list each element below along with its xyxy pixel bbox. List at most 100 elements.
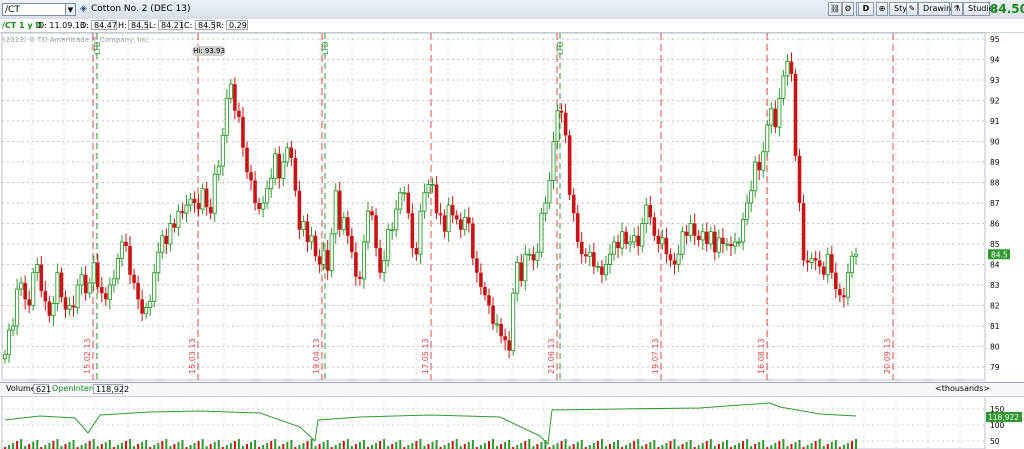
candle-body-down (27, 299, 31, 306)
candle-body-down (471, 223, 475, 259)
candle-body-down (834, 272, 838, 290)
candle-body-down (757, 162, 762, 171)
date-marker-label: 15.02.13 (83, 338, 92, 374)
candle-body-down (838, 289, 842, 296)
candle-body-up (216, 165, 221, 175)
candle-body-up (212, 173, 217, 214)
volume-bar (500, 444, 503, 449)
candle-body-down (83, 274, 88, 294)
volume-bar (177, 442, 180, 449)
candle-body-down (721, 237, 725, 244)
candle-body-up (430, 184, 435, 187)
volume-bar (552, 445, 555, 449)
volume-bar (826, 444, 829, 449)
volume-bar (64, 444, 67, 449)
volume-bar (443, 445, 446, 449)
y-tick-label: 81 (990, 322, 1000, 331)
volume-bar (758, 442, 761, 449)
candle-body-up (426, 184, 431, 194)
candle-body-up (732, 241, 738, 247)
candle-body-up (361, 241, 367, 280)
candle-body-down (358, 276, 362, 279)
volume-bar (36, 440, 39, 449)
volume-bar (282, 444, 285, 449)
volume-bar (181, 440, 184, 449)
volume-bar (782, 439, 785, 449)
volume-bar (524, 441, 527, 449)
candle-body-down (817, 260, 822, 267)
candle-body-up (91, 262, 96, 284)
volume-bar (157, 443, 160, 449)
volume-bar (391, 444, 394, 449)
candle-body-down (672, 260, 677, 265)
candle-body-up (446, 204, 451, 233)
candle-body-down (23, 282, 27, 300)
volume-bar (705, 441, 708, 449)
y-tick-label: 80 (990, 343, 1000, 352)
volume-bar (608, 444, 611, 449)
volume-tick-label: 50 (990, 437, 1000, 446)
volume-bar (479, 445, 482, 449)
volume-bar (665, 443, 668, 449)
y-tick-label: 93 (990, 76, 1000, 85)
volume-bar (302, 443, 305, 449)
volume-bar (649, 442, 652, 449)
volume-bar (540, 442, 543, 449)
candle-body-up (777, 97, 782, 128)
candle-body-down (797, 155, 802, 203)
candle-body-up (228, 83, 233, 99)
y-tick-label: 92 (990, 97, 1000, 106)
candle-body-up (708, 231, 713, 245)
candle-body-down (713, 231, 717, 253)
volume-bar (580, 440, 583, 449)
candle-body-up (849, 255, 855, 274)
candle-body-down (438, 213, 443, 216)
volume-bar (588, 445, 591, 449)
volume-bar (197, 441, 200, 449)
volume-bar (536, 444, 539, 449)
candle-body-up (640, 223, 645, 247)
candle-body-down (704, 231, 709, 244)
volume-bar (794, 442, 797, 449)
volume-bar (407, 445, 410, 449)
volume-bar (375, 443, 378, 449)
volume-bar (358, 442, 361, 449)
candle-body-down (499, 323, 503, 337)
volume-bar (48, 443, 51, 449)
volume-tick-label: 100 (990, 421, 1005, 430)
candle-body-down (192, 198, 197, 203)
candle-body-down (684, 231, 689, 236)
candle-body-up (785, 61, 790, 77)
candle-body-down (241, 116, 245, 148)
y-tick-label: 88 (990, 179, 1000, 188)
candle-body-down (374, 215, 378, 249)
candle-body-up (67, 305, 72, 311)
volume-bar (371, 445, 374, 449)
date-marker-label: 19.07.13 (651, 338, 660, 374)
open-interest-tag-label: 118,922 (988, 413, 1019, 422)
y-tick-label: 85 (990, 240, 1000, 249)
volume-bar (850, 441, 853, 449)
candle-body-up (603, 264, 608, 276)
date-marker-label: 21.06.13 (547, 338, 556, 374)
volume-bar (572, 444, 575, 449)
candle-body-down (600, 266, 604, 275)
candle-body-up (769, 108, 774, 126)
volume-bar (471, 440, 474, 449)
candle-body-up (321, 249, 326, 265)
volume-bar (810, 443, 813, 449)
candle-body-down (140, 299, 144, 314)
candle-body-down (47, 301, 52, 316)
volume-bar (153, 445, 156, 449)
candle-body-up (523, 253, 528, 282)
y-tick-label: 94 (990, 56, 1000, 65)
candle-body-up (680, 231, 685, 255)
candle-body-up (547, 179, 552, 204)
candle-body-down (789, 61, 794, 74)
volume-bar (596, 441, 599, 449)
candle-body-down (559, 110, 564, 113)
candle-body-up (736, 241, 742, 244)
candle-body-up (87, 282, 92, 294)
candle-body-up (511, 292, 516, 352)
candle-body-up (115, 257, 120, 280)
